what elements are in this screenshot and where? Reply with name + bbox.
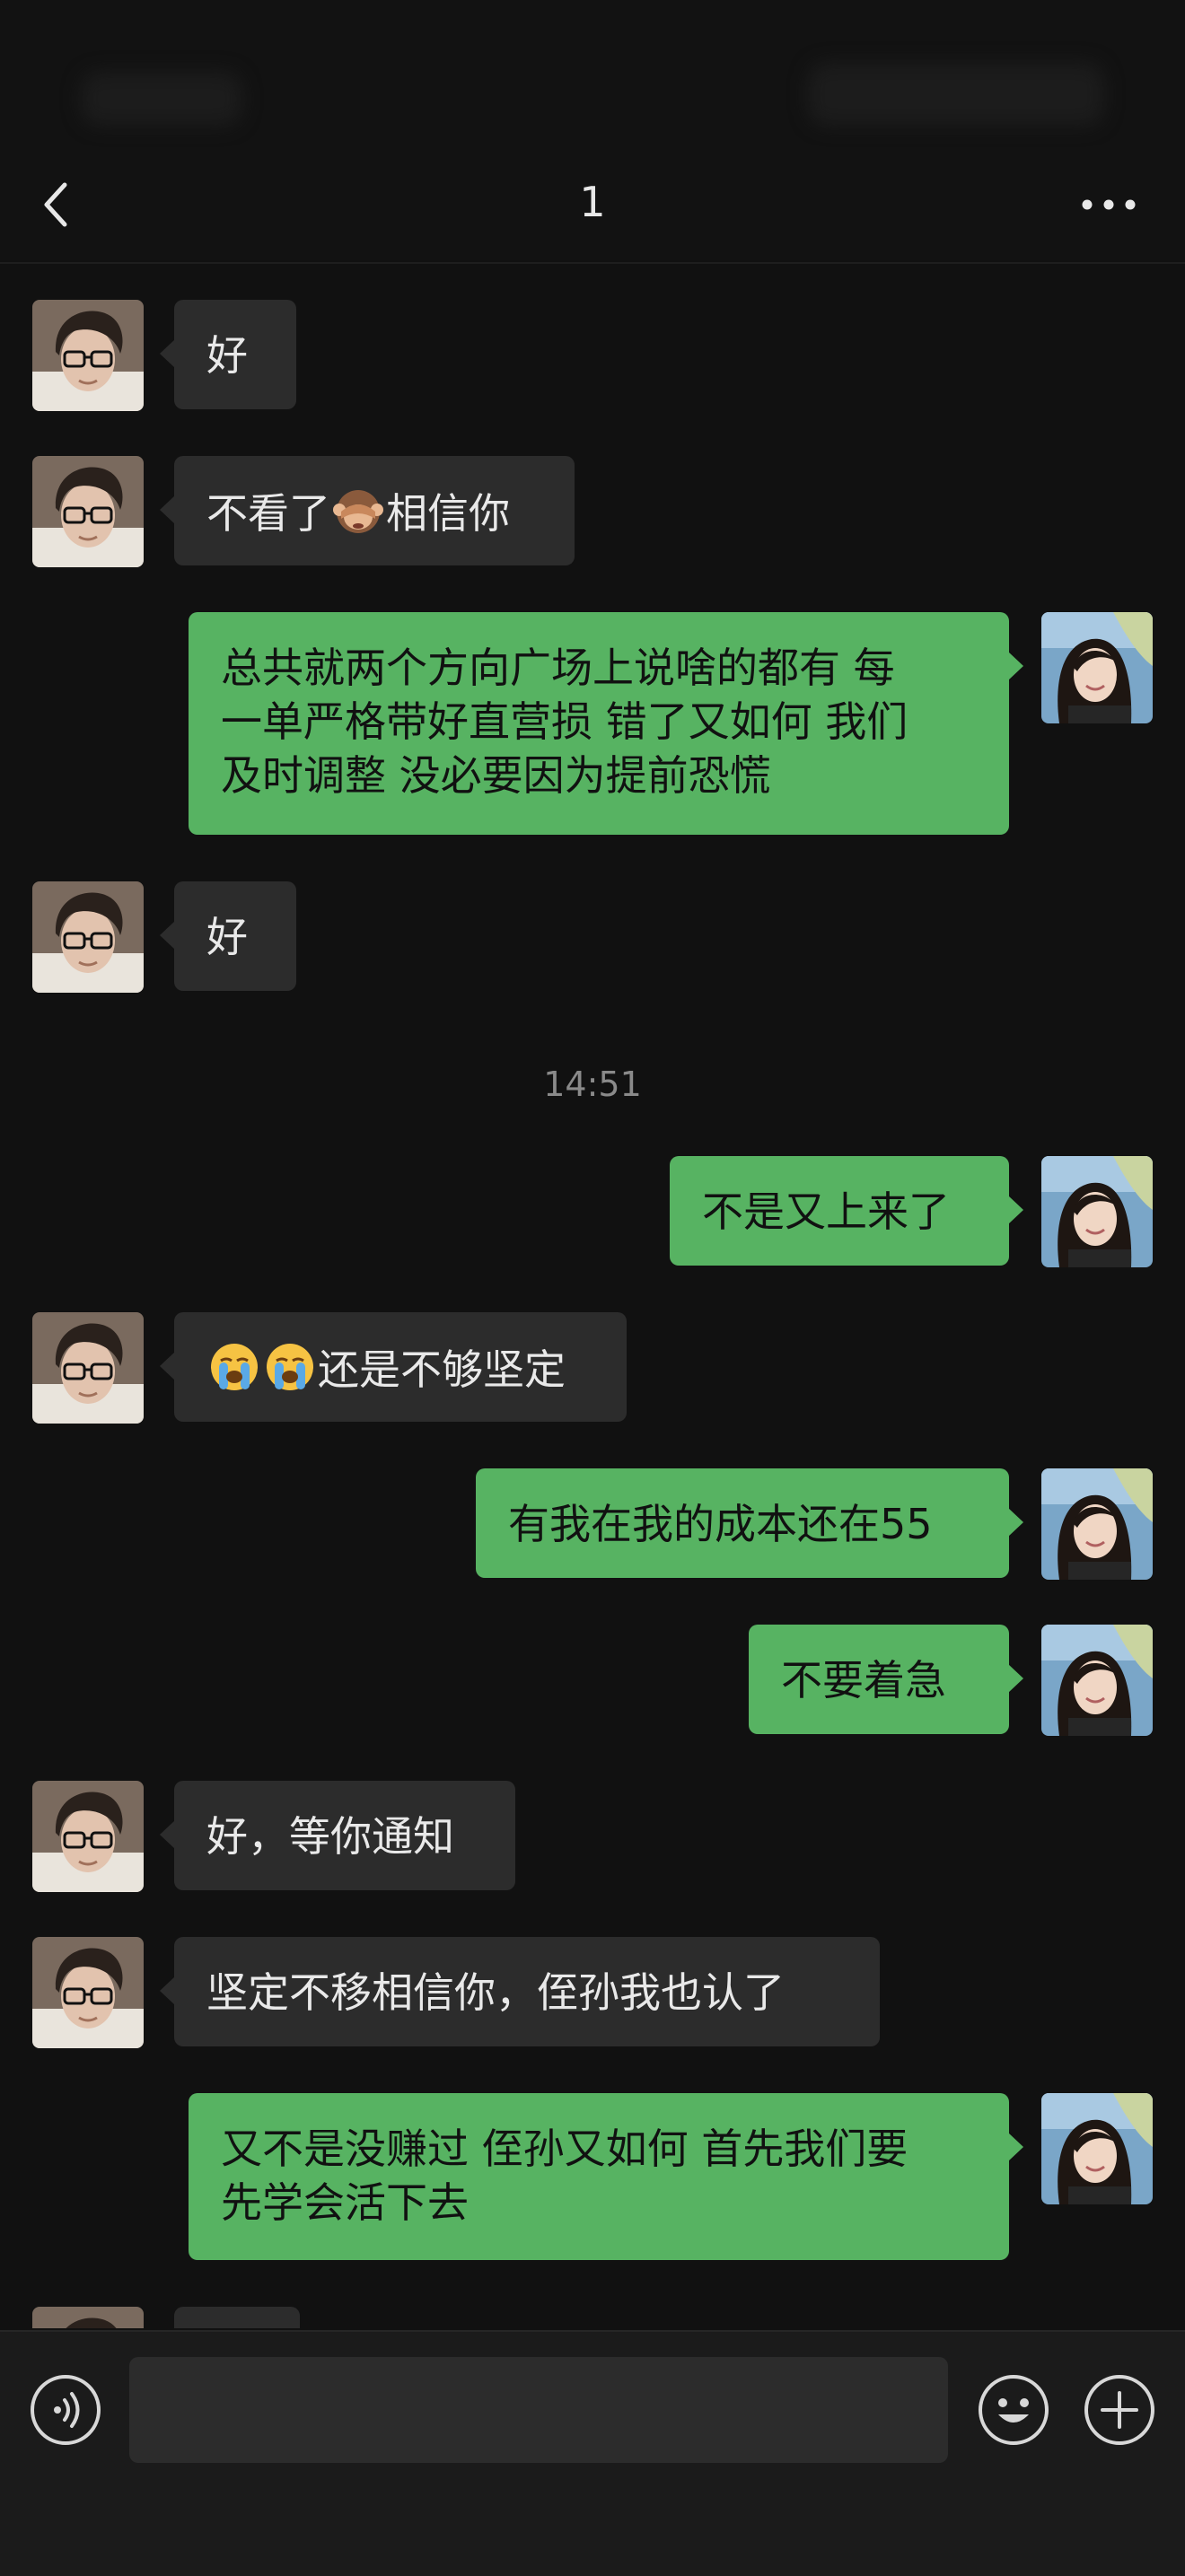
my-avatar[interactable]	[1041, 612, 1153, 723]
message-text: 不看了	[206, 489, 330, 538]
more-horizontal-icon[interactable]	[1077, 187, 1140, 223]
contact-avatar[interactable]	[32, 456, 144, 567]
message-text: 总共就两个方向广场上说啥的都有 每 一单严格带好直营损 错了又如何 我们 及时调…	[221, 644, 908, 800]
see-no-evil-monkey-emoji	[333, 490, 383, 533]
emoji-icon[interactable]	[977, 2373, 1050, 2447]
message-text: 坚定不移相信你，侄孙我也认了	[206, 1968, 785, 2017]
contact-avatar[interactable]	[32, 1781, 144, 1892]
incoming-message-bubble[interactable]: 不看了 相信你	[160, 456, 575, 565]
contact-avatar[interactable]	[32, 881, 144, 993]
incoming-message-bubble[interactable]: 好	[160, 881, 296, 991]
my-avatar[interactable]	[1041, 1468, 1153, 1580]
status-icons-blurred	[808, 63, 1104, 126]
voice-icon[interactable]	[29, 2373, 102, 2447]
incoming-message-bubble[interactable]: 好，等你通知	[160, 1781, 515, 1890]
outgoing-message-bubble[interactable]: 有我在我的成本还在55	[476, 1468, 1023, 1578]
message-text: 相信你	[386, 489, 510, 538]
incoming-message-bubble[interactable]: 还是不够坚定	[160, 1312, 627, 1422]
contact-avatar[interactable]	[32, 1937, 144, 2048]
contact-avatar[interactable]	[32, 1312, 144, 1424]
incoming-message-bubble[interactable]: 坚定不移相信你，侄孙我也认了	[160, 1937, 880, 2046]
chat-title: 1	[579, 178, 606, 226]
incoming-message-bubble[interactable]: 好	[160, 300, 296, 409]
my-avatar[interactable]	[1041, 2093, 1153, 2204]
chevron-left-icon[interactable]	[38, 176, 79, 233]
status-time-blurred	[81, 72, 242, 126]
outgoing-message-bubble[interactable]: 又不是没赚过 侄孙又如何 首先我们要 先学会活下去	[189, 2093, 1023, 2260]
outgoing-message-bubble[interactable]: 不要着急	[749, 1625, 1023, 1734]
outgoing-message-bubble[interactable]: 不是又上来了	[670, 1156, 1023, 1266]
loudly-crying-face-emoji	[211, 1344, 258, 1390]
message-text: 好，等你通知	[206, 1812, 454, 1861]
message-text: 好	[206, 331, 248, 380]
plus-circle-icon[interactable]	[1083, 2373, 1156, 2447]
chat-message-list[interactable]: 好 不看了 相信你 总共就两个方向广场上说啥的都有 每 一单严格带好直营损 错了…	[0, 264, 1185, 2328]
status-bar	[0, 0, 1185, 153]
outgoing-message-bubble[interactable]: 总共就两个方向广场上说啥的都有 每 一单严格带好直营损 错了又如何 我们 及时调…	[189, 612, 1023, 835]
message-text: 有我在我的成本还在55	[508, 1500, 933, 1548]
contact-avatar[interactable]	[32, 2307, 144, 2328]
loudly-crying-face-emoji	[267, 1344, 313, 1390]
contact-avatar[interactable]	[32, 300, 144, 411]
my-avatar[interactable]	[1041, 1156, 1153, 1267]
message-timestamp: 14:51	[543, 1065, 642, 1104]
my-avatar[interactable]	[1041, 1625, 1153, 1736]
message-text: 不要着急	[781, 1656, 946, 1704]
message-text: 不是又上来了	[702, 1187, 950, 1236]
incoming-message-bubble[interactable]	[174, 2307, 300, 2328]
message-text: 还是不够坚定	[318, 1345, 566, 1394]
message-text: 又不是没赚过 侄孙又如何 首先我们要 先学会活下去	[221, 2125, 908, 2227]
message-input[interactable]	[129, 2357, 948, 2463]
message-text: 好	[206, 913, 248, 961]
